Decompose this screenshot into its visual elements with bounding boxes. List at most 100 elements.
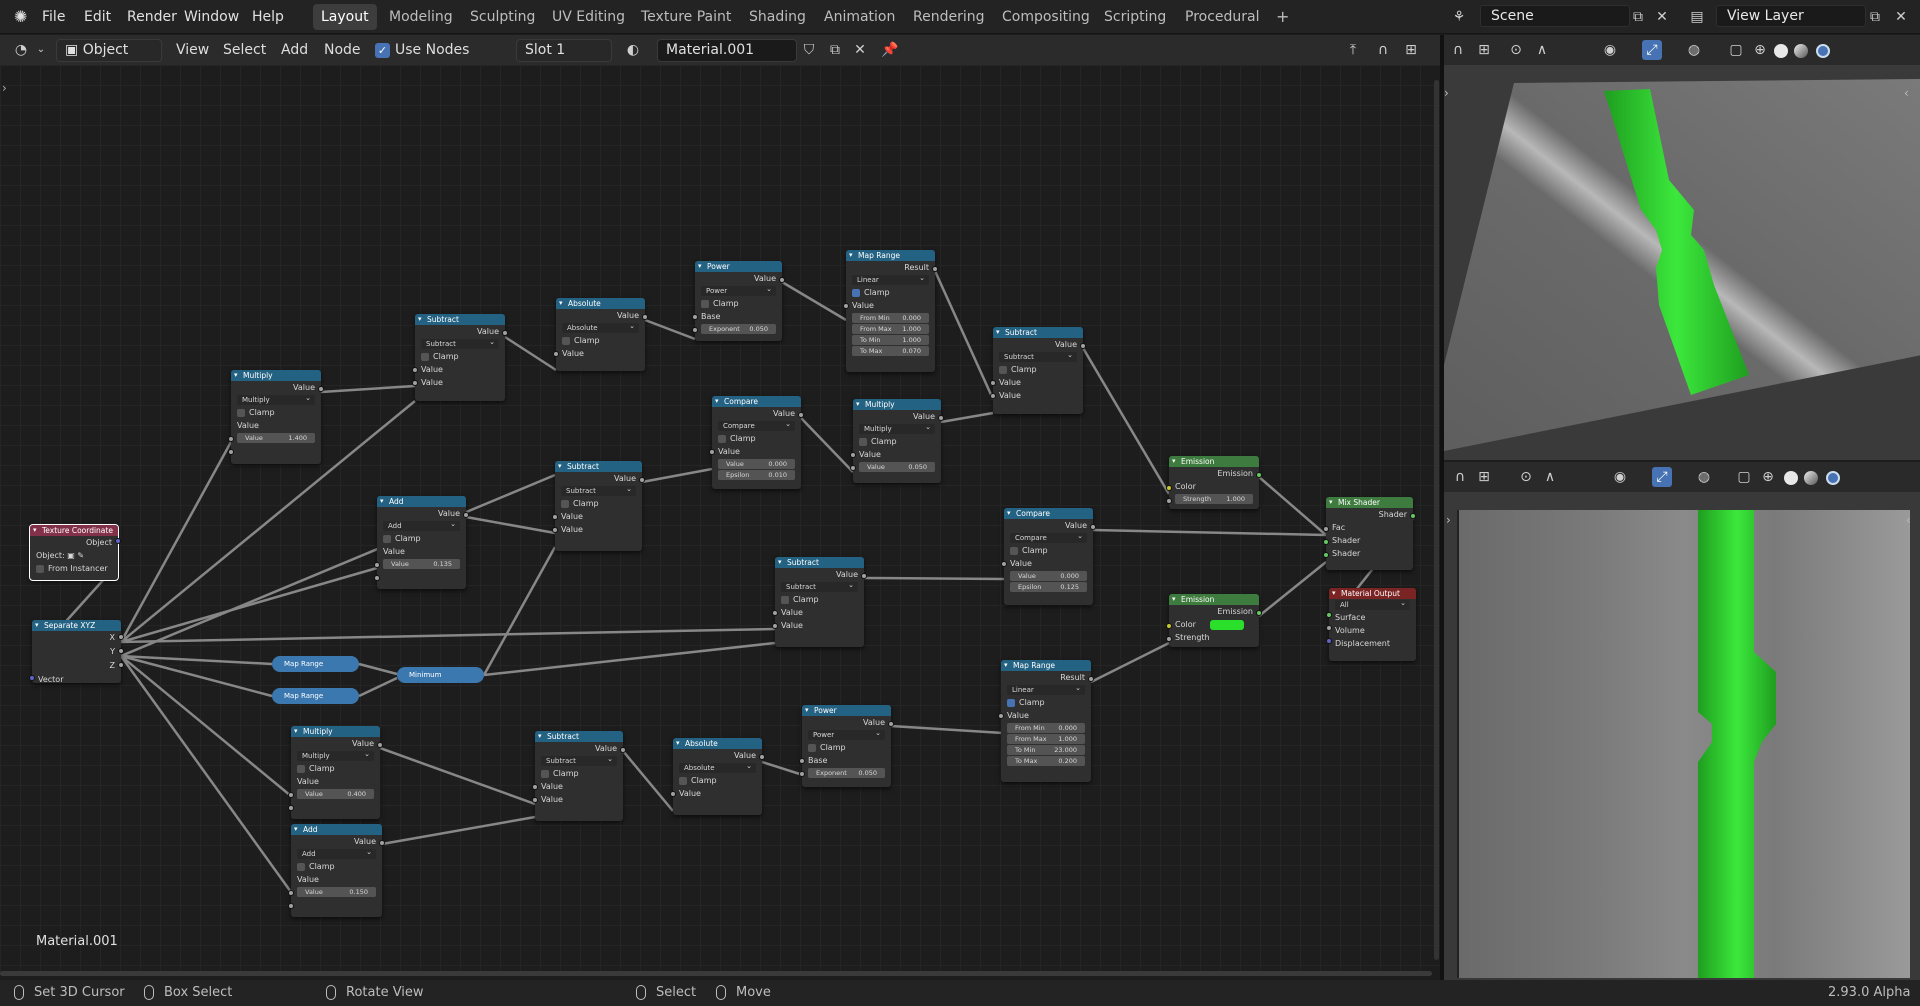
socket[interactable] <box>532 784 538 790</box>
operation-dropdown[interactable]: Compare <box>1010 531 1087 543</box>
fake-user-shield-icon[interactable]: ⛉ <box>798 39 820 61</box>
socket[interactable] <box>990 393 996 399</box>
node-multiply[interactable]: Multiply Value Multiply Clamp Value Valu… <box>228 370 324 464</box>
socket[interactable] <box>502 330 508 336</box>
socket[interactable] <box>670 791 676 797</box>
checkbox-box[interactable] <box>237 408 245 417</box>
clamp-checkbox[interactable]: Clamp <box>291 860 382 873</box>
from-instancer-checkbox[interactable]: From Instancer <box>30 562 118 575</box>
socket[interactable] <box>115 538 121 544</box>
socket[interactable] <box>379 840 385 846</box>
socket[interactable] <box>642 314 648 320</box>
socket[interactable] <box>709 449 715 455</box>
checkbox-box[interactable] <box>36 564 44 573</box>
emission-color-swatch[interactable] <box>1209 619 1244 630</box>
clamp-checkbox[interactable]: Clamp <box>993 363 1083 376</box>
socket[interactable] <box>620 747 626 753</box>
socket[interactable] <box>552 514 558 520</box>
operation-dropdown[interactable]: Power <box>701 284 776 296</box>
socket[interactable] <box>118 648 124 654</box>
menu-view[interactable]: View <box>176 35 209 65</box>
socket[interactable] <box>759 754 765 760</box>
scene-selector-icon[interactable]: ⚘ <box>1448 6 1470 28</box>
tab-texture-paint[interactable]: Texture Paint <box>633 4 739 30</box>
target-dropdown[interactable]: All <box>1335 598 1410 610</box>
operation-dropdown[interactable]: Subtract <box>999 350 1077 362</box>
socket[interactable] <box>861 573 867 579</box>
node-subtract[interactable]: Subtract Value Subtract Clamp Value Valu… <box>990 327 1086 414</box>
value-field[interactable]: Value 0.150 <box>297 887 376 897</box>
socket[interactable] <box>639 477 645 483</box>
clamp-checkbox[interactable]: Clamp <box>555 497 642 510</box>
checkbox-box[interactable] <box>297 862 305 871</box>
node-mix-shader[interactable]: Mix Shader Shader Fac Shader Shader <box>1323 497 1416 570</box>
checkbox-box[interactable] <box>701 299 709 308</box>
clamp-checkbox[interactable]: Clamp <box>291 762 380 775</box>
checkbox-box[interactable] <box>562 336 570 345</box>
menu-render[interactable]: Render <box>121 0 183 34</box>
delete-view-layer-icon[interactable]: ✕ <box>1890 6 1912 28</box>
tab-procedural[interactable]: Procedural <box>1177 4 1268 30</box>
horizontal-scrollbar[interactable] <box>0 971 1432 976</box>
clamp-checkbox[interactable]: Clamp <box>535 767 623 780</box>
node-emission[interactable]: Emission Emission Color Strength 1.000 <box>1166 456 1262 509</box>
socket[interactable] <box>1326 638 1332 644</box>
clamp-checkbox[interactable]: Clamp <box>556 334 645 347</box>
socket[interactable] <box>377 742 383 748</box>
value-field[interactable]: Value 1.400 <box>237 433 315 443</box>
socket[interactable] <box>288 805 294 811</box>
socket[interactable] <box>1410 513 1416 519</box>
socket[interactable] <box>1256 610 1262 616</box>
operation-dropdown[interactable]: Absolute <box>679 761 756 773</box>
clamp-checkbox[interactable]: Clamp <box>695 297 782 310</box>
socket[interactable] <box>1166 485 1172 491</box>
checkbox-box[interactable] <box>1007 698 1015 707</box>
node-add[interactable]: Add Value Add Clamp Value Value 0.135 <box>374 496 469 589</box>
to-min-field[interactable]: To Min 23.000 <box>1007 745 1085 755</box>
node-map-range[interactable]: Map Range Result Linear Clamp Value From… <box>843 250 938 372</box>
node-absolute[interactable]: Absolute Value Absolute Clamp Value <box>670 738 765 815</box>
clamp-checkbox[interactable]: Clamp <box>415 350 505 363</box>
socket[interactable] <box>288 903 294 909</box>
node-subtract[interactable]: Subtract Value Subtract Clamp Value Valu… <box>532 731 626 821</box>
socket[interactable] <box>463 512 469 518</box>
checkbox-box[interactable] <box>852 288 860 297</box>
node-map-range[interactable]: Map Range Result Linear Clamp Value From… <box>998 660 1094 782</box>
strength-field[interactable]: Strength 1.000 <box>1175 494 1253 504</box>
tab-scripting[interactable]: Scripting <box>1096 4 1174 30</box>
menu-edit[interactable]: Edit <box>78 0 117 34</box>
socket[interactable] <box>1001 561 1007 567</box>
tab-uv-editing[interactable]: UV Editing <box>544 4 633 30</box>
view-layer-icon[interactable]: ▤ <box>1686 6 1708 28</box>
socket[interactable] <box>938 415 944 421</box>
socket[interactable] <box>932 266 938 272</box>
sidebar-toggle-icon[interactable]: › <box>2 81 7 95</box>
socket[interactable] <box>553 351 559 357</box>
socket[interactable] <box>799 771 805 777</box>
clamp-checkbox[interactable]: Clamp <box>1004 544 1093 557</box>
node-multiply[interactable]: Multiply Value Multiply Clamp Value Valu… <box>850 399 944 483</box>
tab-shading[interactable]: Shading <box>741 4 814 30</box>
menu-add[interactable]: Add <box>281 35 308 65</box>
operation-dropdown[interactable]: Multiply <box>859 422 935 434</box>
slot-dropdown[interactable]: Slot 1 <box>516 39 612 62</box>
node-subtract[interactable]: Subtract Value Subtract Clamp Value Valu… <box>412 314 508 401</box>
menu-node[interactable]: Node <box>324 35 361 65</box>
socket[interactable] <box>118 634 124 640</box>
pin-icon[interactable]: 📌 <box>879 39 901 61</box>
operation-dropdown[interactable]: Subtract <box>541 754 617 766</box>
operation-dropdown[interactable]: Add <box>297 847 376 859</box>
tab-layout[interactable]: Layout <box>313 4 377 30</box>
operation-dropdown[interactable]: Subtract <box>421 337 499 349</box>
object-field[interactable]: Object: ▣ ✎ <box>30 549 118 562</box>
node-compare[interactable]: Compare Value Compare Clamp Value Value 0… <box>709 396 804 489</box>
operation-dropdown[interactable]: Subtract <box>781 580 858 592</box>
viewport-3d-bottom[interactable]: ∩ ⊞ ⊙ ∧ ◉ ⤢ ◍ ▢ ⊕ ‹ › <box>1444 462 1920 980</box>
operation-dropdown[interactable]: Multiply <box>297 749 374 761</box>
socket[interactable] <box>1090 524 1096 530</box>
socket[interactable] <box>998 713 1004 719</box>
object-mode-dropdown[interactable]: ▣ Object <box>56 39 162 62</box>
interpolation-dropdown[interactable]: Linear <box>1007 683 1085 695</box>
socket[interactable] <box>1256 472 1262 478</box>
interpolation-dropdown[interactable]: Linear <box>852 273 929 285</box>
